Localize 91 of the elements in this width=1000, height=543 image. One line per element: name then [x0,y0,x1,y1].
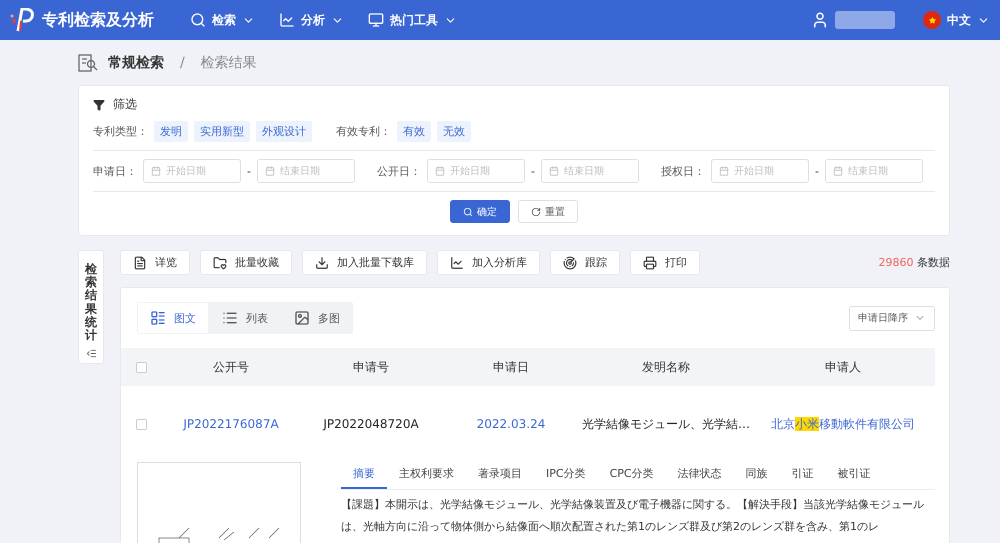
calendar-icon [718,166,729,176]
range-dash: - [530,164,535,178]
toolbar-button[interactable]: 加入分析库 [437,250,540,275]
printer-icon [643,256,657,270]
filter-tag[interactable]: 无效 [437,121,471,142]
detail-tab[interactable]: 被引证 [826,462,883,489]
detail-tab[interactable]: CPC分类 [598,462,666,489]
date-field[interactable]: 开始日期 [426,159,525,183]
view-tab[interactable]: 列表 [210,303,280,333]
date-label: 公开日： [376,164,421,178]
view-tab[interactable]: 图文 [138,303,208,333]
radar-icon [563,256,577,270]
detail-tab[interactable]: 摘要 [341,462,387,489]
breadcrumb-item[interactable]: 常规检索 [108,54,164,72]
nav-menu[interactable]: 热门工具 [368,12,457,28]
filter-icon [93,98,105,110]
calendar-icon [151,166,161,176]
filter-tag[interactable]: 有效 [397,121,431,142]
toolbar-button[interactable]: 跟踪 [550,250,620,275]
application-date: 2022.03.24 [476,417,546,431]
filter-label: 有效专利： [336,124,391,139]
column-header: 申请号 [352,358,390,376]
breadcrumb-separator: / [180,54,185,70]
detail-tab[interactable]: IPC分类 [534,462,598,489]
chart-icon [450,256,464,270]
app-title: 专利检索及分析 [42,10,154,30]
filter-tag[interactable]: 外观设计 [256,121,312,142]
view-tab[interactable]: 多图 [282,303,352,333]
detail-tab[interactable]: 著录项目 [466,462,534,489]
range-dash: - [247,164,251,178]
monitor-icon [368,12,384,28]
list-icon [222,310,238,326]
abstract-text: 【課題】本開示は、光学結像モジュール、光学結像装置及び電子機器に関する。【解決手段】当該光学結像モジュールは、光軸方向に沿って物体側から結像面へ順次配置された第1のレンズ群及び第2のレンズ群を含み、第1のレ [341,497,925,535]
detail-tab[interactable]: 主权利要求 [387,462,466,489]
filter-label: 专利类型： [93,124,148,139]
toolbar-button[interactable]: 详览 [120,250,190,275]
publication-number-link[interactable]: JP2022176087A [161,417,301,431]
application-number: JP2022048720A [322,417,420,431]
date-label: 授权日： [660,164,705,178]
calendar-icon [832,166,843,176]
search-icon [463,206,473,216]
reset-button[interactable]: 重置 [518,200,578,223]
refresh-icon [531,206,541,216]
toolbar-button[interactable]: 打印 [630,250,700,275]
date-field[interactable]: 开始日期 [710,159,809,183]
user-icon[interactable] [811,11,829,29]
column-header: 公开号 [212,358,250,376]
image-icon [294,310,310,326]
detail-tab[interactable]: 法律状态 [666,462,734,489]
detail-tab[interactable]: 同族 [734,462,780,489]
toolbar-button[interactable]: 批量收藏 [200,250,292,275]
calendar-icon [264,166,275,176]
blurred-username [835,11,895,29]
column-header: 申请日 [492,358,530,376]
filter-tag[interactable]: 发明 [154,121,188,142]
sort-dropdown[interactable]: 申请日降序 [849,306,935,330]
collapse-icon [86,348,96,360]
toolbar-button[interactable]: 加入批量下载库 [302,250,427,275]
column-header: 申请人 [824,358,862,376]
invention-title: 光学結像モジュール、光学結… [581,416,751,432]
folder-icon [213,256,227,270]
flag-icon [923,11,941,29]
date-field[interactable]: 开始日期 [143,159,241,183]
nav-menu[interactable]: 检索 [190,12,255,28]
confirm-button[interactable]: 确定 [450,200,510,223]
applicant-link[interactable]: 北京小米移動軟件有限公司 [751,416,935,432]
select-all-checkbox[interactable] [136,362,146,372]
date-field[interactable]: 结束日期 [824,159,923,183]
statistics-side-tab[interactable]: 检索结果统计 [78,250,104,364]
breadcrumb-item: 检索结果 [200,54,257,72]
result-count: 29860 条数据 [878,255,950,270]
detail-tab[interactable]: 引证 [780,462,826,489]
logo-icon [10,8,34,32]
download-icon [315,256,329,270]
language-menu[interactable]: 中文 [947,12,990,28]
calendar-icon [548,166,559,176]
filter-title: 筛选 [113,96,137,113]
nav-menu[interactable]: 分析 [279,12,344,28]
text-layout-icon [150,310,166,326]
row-checkbox[interactable] [136,418,146,430]
range-dash: - [814,164,819,178]
date-field[interactable]: 结束日期 [540,159,639,183]
search-icon [190,12,206,28]
document-icon [133,256,147,270]
calendar-icon [434,166,445,176]
column-header: 发明名称 [641,358,691,376]
date-label: 申请日： [93,164,137,178]
chart-icon [279,12,295,28]
date-field[interactable]: 结束日期 [256,159,355,183]
search-document-icon [78,54,98,72]
filter-tag[interactable]: 实用新型 [194,121,250,142]
